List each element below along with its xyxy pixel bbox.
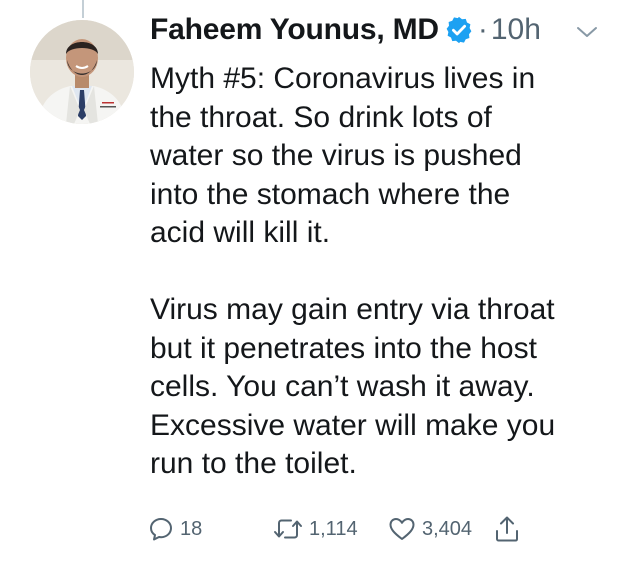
- chevron-down-icon[interactable]: [574, 24, 600, 40]
- tweet-actions: 18 1,114 3,404: [148, 512, 548, 546]
- verified-badge-icon: [446, 16, 472, 44]
- retweet-icon: [274, 519, 302, 539]
- like-count: 3,404: [422, 517, 473, 540]
- timestamp[interactable]: 10h: [491, 13, 541, 47]
- share-icon: [496, 516, 518, 542]
- like-button[interactable]: 3,404: [388, 512, 472, 546]
- reply-icon: [150, 518, 172, 541]
- thread-line: [82, 0, 84, 18]
- avatar[interactable]: [30, 20, 134, 124]
- reply-button[interactable]: 18: [148, 512, 202, 546]
- tweet[interactable]: Faheem Younus, MD · 10h Myth #5: Coronav…: [0, 0, 620, 564]
- author-name[interactable]: Faheem Younus, MD: [150, 13, 439, 47]
- reply-count: 18: [180, 517, 203, 540]
- retweet-button[interactable]: 1,114: [273, 512, 358, 546]
- tweet-text: Myth #5: Coronavirus lives in the throat…: [150, 62, 556, 480]
- separator-dot: ·: [477, 13, 488, 46]
- share-button[interactable]: [494, 512, 520, 546]
- heart-icon: [389, 518, 415, 540]
- retweet-count: 1,114: [309, 517, 358, 540]
- profile-photo: [30, 20, 134, 124]
- tweet-header: Faheem Younus, MD · 10h: [150, 13, 541, 47]
